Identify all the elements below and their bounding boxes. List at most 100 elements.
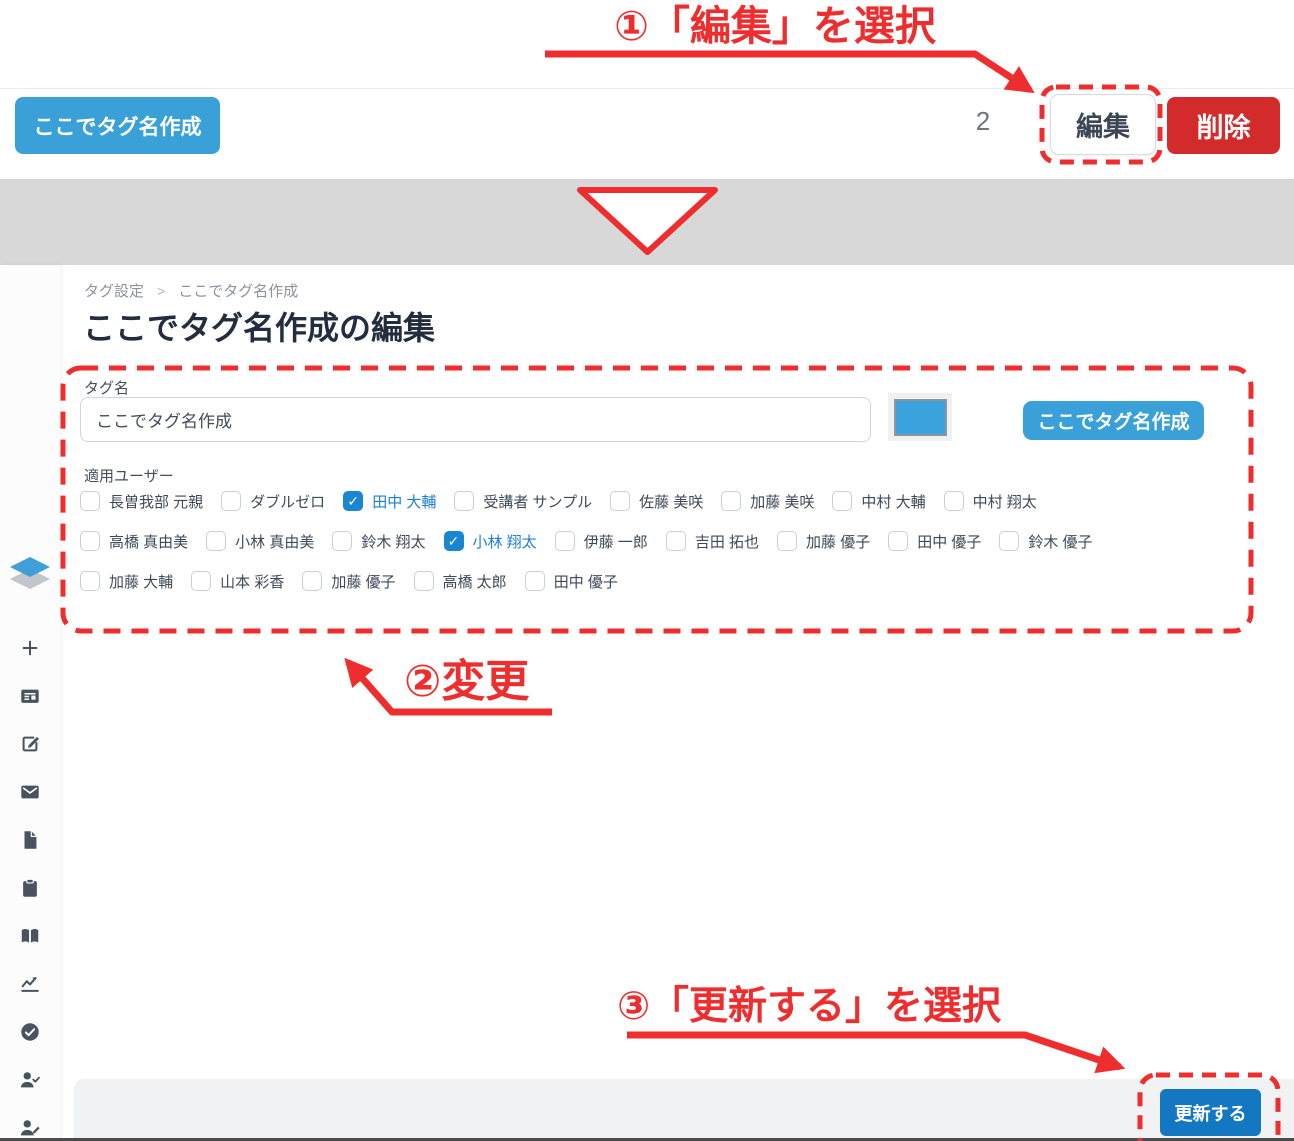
user-name-label: 加藤 美咲	[750, 491, 814, 512]
user-name-label: 鈴木 翔太	[361, 531, 425, 552]
user-name-label: 小林 翔太	[473, 531, 537, 552]
user-name-label: 鈴木 優子	[1028, 531, 1092, 552]
user-checkbox-item[interactable]: 加藤 美咲	[721, 491, 814, 512]
checkbox-unchecked-icon[interactable]	[221, 491, 241, 511]
user-checkbox-item[interactable]: 長曽我部 元親	[80, 491, 203, 512]
check-circle-icon[interactable]	[19, 1021, 41, 1043]
checkbox-unchecked-icon[interactable]	[332, 531, 352, 551]
tag-color-picker[interactable]	[888, 393, 952, 441]
user-name-label: 田中 優子	[554, 571, 618, 592]
user-name-label: 中村 大輔	[861, 491, 925, 512]
user-name-label: 田中 優子	[917, 531, 981, 552]
user-checkbox-item[interactable]: 田中 優子	[525, 571, 618, 592]
user-checkbox-item[interactable]: 中村 翔太	[944, 491, 1037, 512]
user-checkbox-item[interactable]: 高橋 太郎	[414, 571, 507, 592]
user-checkbox-item[interactable]: ダブルゼロ	[221, 491, 325, 512]
breadcrumb-parent[interactable]: タグ設定	[84, 280, 144, 301]
checkbox-checked-icon[interactable]: ✓	[343, 491, 363, 511]
user-name-label: 山本 彩香	[220, 571, 284, 592]
user-name-label: 受講者 サンプル	[483, 491, 592, 512]
user-edit-icon[interactable]	[19, 1117, 41, 1139]
user-checkbox-item[interactable]: 鈴木 優子	[999, 531, 1092, 552]
book-icon[interactable]	[19, 925, 41, 947]
edit-button[interactable]: 編集	[1050, 94, 1156, 155]
user-checkbox-item[interactable]: 高橋 真由美	[80, 531, 188, 552]
user-name-label: ダブルゼロ	[250, 491, 325, 512]
delete-button[interactable]: 削除	[1167, 97, 1280, 154]
checkbox-unchecked-icon[interactable]	[721, 491, 741, 511]
breadcrumb-current: ここでタグ名作成	[178, 280, 298, 301]
layers-logo-icon[interactable]	[8, 555, 52, 595]
user-name-label: 加藤 優子	[806, 531, 870, 552]
tag-preview-button[interactable]: ここでタグ名作成	[1023, 401, 1204, 440]
checkbox-unchecked-icon[interactable]	[206, 531, 226, 551]
user-checkbox-item[interactable]: ✓ 田中 大輔	[343, 491, 436, 512]
user-checkbox-item[interactable]: 吉田 拓也	[666, 531, 759, 552]
sidebar	[0, 265, 60, 1141]
user-checkbox-item[interactable]: 小林 真由美	[206, 531, 314, 552]
checkbox-unchecked-icon[interactable]	[302, 571, 322, 591]
chart-icon[interactable]	[19, 973, 41, 995]
user-name-label: 吉田 拓也	[695, 531, 759, 552]
checkbox-unchecked-icon[interactable]	[777, 531, 797, 551]
user-name-label: 小林 真由美	[235, 531, 314, 552]
page-title: ここでタグ名作成の編集	[83, 303, 435, 349]
newspaper-icon[interactable]	[19, 685, 41, 707]
annotation-step3: ③「更新する」を選択	[617, 984, 1001, 1030]
user-name-label: 田中 大輔	[372, 491, 436, 512]
document-icon[interactable]	[19, 829, 41, 851]
user-checkbox-row: 高橋 真由美 小林 真由美 鈴木 翔太 ✓ 小林 翔太伊藤 一郎 吉田 拓也 加藤 優子 田中…	[80, 529, 1093, 553]
user-checkbox-rows: 長曽我部 元親 ダブルゼロ ✓ 田中 大輔 受講者 サンプル 佐藤 美咲 加藤 美咲 中村 大…	[80, 489, 1093, 593]
tag-color-swatch[interactable]	[894, 399, 947, 436]
clipboard-icon[interactable]	[19, 877, 41, 899]
checkbox-unchecked-icon[interactable]	[80, 531, 100, 551]
user-check-icon[interactable]	[19, 1069, 41, 1091]
user-checkbox-item[interactable]: 佐藤 美咲	[610, 491, 703, 512]
user-checkbox-item[interactable]: 山本 彩香	[191, 571, 284, 592]
checkbox-unchecked-icon[interactable]	[555, 531, 575, 551]
user-name-label: 佐藤 美咲	[639, 491, 703, 512]
tag-name-chip-button[interactable]: ここでタグ名作成	[15, 97, 220, 154]
checkbox-unchecked-icon[interactable]	[666, 531, 686, 551]
user-name-label: 高橋 太郎	[443, 571, 507, 592]
user-checkbox-row: 加藤 大輔 山本 彩香 加藤 優子 高橋 太郎 田中 優子	[80, 569, 1093, 593]
compose-icon[interactable]	[19, 733, 41, 755]
user-checkbox-item[interactable]: 受講者 サンプル	[454, 491, 592, 512]
envelope-icon[interactable]	[19, 781, 41, 803]
user-name-label: 高橋 真由美	[109, 531, 188, 552]
user-name-label: 長曽我部 元親	[109, 491, 203, 512]
checkbox-unchecked-icon[interactable]	[454, 491, 474, 511]
checkbox-unchecked-icon[interactable]	[191, 571, 211, 591]
checkbox-unchecked-icon[interactable]	[80, 571, 100, 591]
selected-count: 2	[968, 106, 998, 137]
user-checkbox-item[interactable]: ✓ 小林 翔太	[444, 531, 537, 552]
annotation-step2: ②変更	[404, 656, 529, 708]
user-name-label: 中村 翔太	[973, 491, 1037, 512]
checkbox-unchecked-icon[interactable]	[832, 491, 852, 511]
sidebar-nav	[0, 637, 60, 1141]
user-checkbox-item[interactable]: 加藤 大輔	[80, 571, 173, 592]
applied-users-label: 適用ユーザー	[84, 465, 174, 486]
user-name-label: 加藤 優子	[331, 571, 395, 592]
checkbox-unchecked-icon[interactable]	[888, 531, 908, 551]
user-checkbox-item[interactable]: 田中 優子	[888, 531, 981, 552]
breadcrumb: タグ設定 > ここでタグ名作成	[84, 280, 298, 301]
user-checkbox-item[interactable]: 加藤 優子	[777, 531, 870, 552]
checkbox-unchecked-icon[interactable]	[999, 531, 1019, 551]
checkbox-unchecked-icon[interactable]	[414, 571, 434, 591]
checkbox-checked-icon[interactable]: ✓	[444, 531, 464, 551]
checkbox-unchecked-icon[interactable]	[610, 491, 630, 511]
checkbox-unchecked-icon[interactable]	[525, 571, 545, 591]
user-checkbox-item[interactable]: 伊藤 一郎	[555, 531, 648, 552]
update-button[interactable]: 更新する	[1160, 1089, 1261, 1136]
user-checkbox-item[interactable]: 加藤 優子	[302, 571, 395, 592]
tag-name-label: タグ名	[84, 377, 129, 398]
plus-icon[interactable]	[19, 637, 41, 659]
user-checkbox-item[interactable]: 中村 大輔	[832, 491, 925, 512]
user-checkbox-item[interactable]: 鈴木 翔太	[332, 531, 425, 552]
toolbar-divider	[0, 88, 1294, 89]
tag-name-input[interactable]	[80, 397, 871, 442]
checkbox-unchecked-icon[interactable]	[944, 491, 964, 511]
chevron-right-icon: >	[157, 283, 165, 299]
checkbox-unchecked-icon[interactable]	[80, 491, 100, 511]
